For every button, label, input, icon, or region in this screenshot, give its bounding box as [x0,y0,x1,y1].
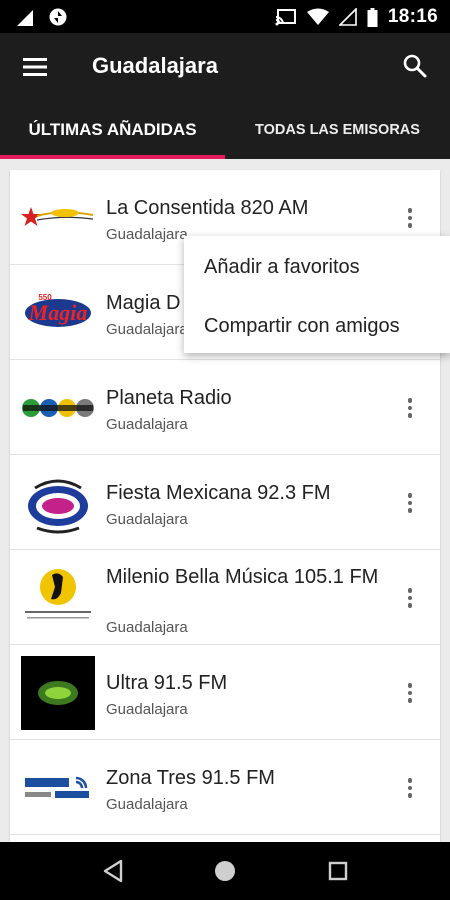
station-name: Milenio Bella Música 105.1 FM [106,566,379,588]
station-name: Zona Tres 91.5 FM [106,767,275,789]
page-title: Guadalajara [92,53,218,78]
station-name: Fiesta Mexicana 92.3 FM [106,482,331,504]
station-row[interactable]: Ultra 91.5 FM Guadalajara [10,645,440,740]
menu-item-share[interactable]: Compartir con amigos [204,315,400,338]
cast-icon [275,9,296,26]
recents-icon[interactable] [327,859,349,883]
search-icon[interactable] [402,53,428,79]
station-name: La Consentida 820 AM [106,197,309,219]
app-bar: Guadalajara [0,33,450,101]
navigation-bar [0,842,450,900]
no-signal-icon [338,8,357,26]
la-consentida-logo [21,181,95,255]
menu-icon[interactable] [22,54,48,80]
station-city: Guadalajara [106,511,188,528]
wifi-icon [306,8,329,25]
more-options-icon[interactable] [400,204,420,232]
context-menu: Añadir a favoritos Compartir con amigos [184,236,450,353]
station-city: Guadalajara [106,701,188,718]
more-options-icon[interactable] [400,489,420,517]
tab-all-stations[interactable]: TODAS LAS EMISORAS [225,101,450,159]
status-bar: 18:16 [0,0,450,33]
svg-text:Magia: Magia [28,300,88,325]
fiesta-mexicana-logo [21,466,95,540]
station-city: Guadalajara [106,796,188,813]
clock: 18:16 [387,6,438,27]
station-name: Ultra 91.5 FM [106,672,228,694]
station-city: Guadalajara [106,619,188,636]
station-row[interactable]: Zona Tres 91.5 FM Guadalajara [10,740,440,835]
ultra-logo [21,656,95,730]
svg-text:550: 550 [38,293,52,302]
milenio-logo [21,561,95,635]
signal-icon [17,10,36,26]
sync-icon [49,8,67,26]
magia-digital-logo: Magia 550 [21,276,95,350]
station-city: Guadalajara [106,416,188,433]
battery-icon [367,7,378,27]
planeta-logo [21,371,95,445]
home-icon[interactable] [213,859,237,883]
station-row[interactable]: Planeta Radio Guadalajara [10,360,440,455]
more-options-icon[interactable] [400,394,420,422]
more-options-icon[interactable] [400,679,420,707]
more-options-icon[interactable] [400,774,420,802]
tab-latest-added[interactable]: ÚLTIMAS AÑADIDAS [0,101,225,159]
station-row[interactable]: Fiesta Mexicana 92.3 FM Guadalajara [10,455,440,550]
station-row[interactable]: Milenio Bella Música 105.1 FM Guadalajar… [10,550,440,645]
back-icon[interactable] [102,859,124,883]
more-options-icon[interactable] [400,584,420,612]
tab-indicator [0,155,225,159]
menu-item-add-favorite[interactable]: Añadir a favoritos [204,256,360,279]
zona-tres-logo [21,751,95,825]
station-name: Planeta Radio [106,387,232,409]
station-city: Guadalajara [106,226,188,243]
station-city: Guadalajara [106,321,188,338]
tab-bar: ÚLTIMAS AÑADIDAS TODAS LAS EMISORAS [0,101,450,159]
